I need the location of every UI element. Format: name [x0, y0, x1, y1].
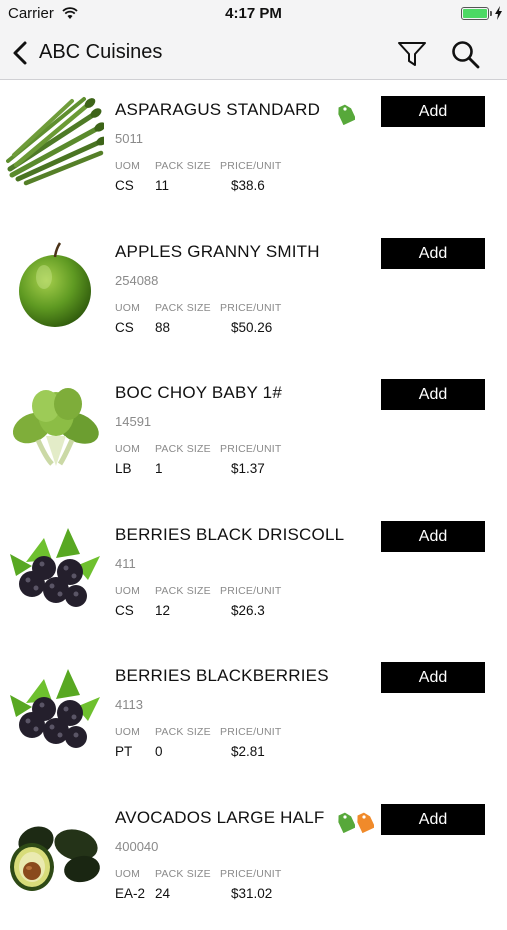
pack-size-label: PACK SIZE — [155, 302, 211, 314]
price-unit-label: PRICE/UNIT — [220, 868, 282, 880]
price-unit-label: PRICE/UNIT — [220, 726, 282, 738]
pack-size-value: 0 — [155, 744, 163, 759]
price-tag-icon — [356, 811, 374, 833]
pack-size-value: 88 — [155, 320, 170, 335]
charging-icon — [494, 6, 503, 20]
product-code: 14591 — [115, 414, 151, 429]
list-item[interactable]: BERRIES BLACKBERRIES 4113 UOM PACK SIZE … — [0, 647, 507, 789]
filter-icon[interactable] — [397, 39, 427, 69]
page-title: ABC Cuisines — [39, 41, 162, 64]
battery-icon — [461, 7, 489, 20]
pack-size-value: 11 — [155, 178, 169, 193]
product-code: 400040 — [115, 839, 158, 854]
pack-size-value: 12 — [155, 603, 170, 618]
uom-label: UOM — [115, 726, 140, 738]
pack-size-label: PACK SIZE — [155, 160, 211, 172]
price-unit-label: PRICE/UNIT — [220, 302, 282, 314]
navigation-bar: ABC Cuisines — [0, 28, 507, 80]
uom-value: PT — [115, 744, 132, 759]
uom-label: UOM — [115, 302, 140, 314]
add-button[interactable]: Add — [381, 521, 485, 552]
product-name: BOC CHOY BABY 1# — [115, 383, 282, 403]
blackberries-image — [6, 518, 104, 616]
list-item[interactable]: BOC CHOY BABY 1# 14591 UOM PACK SIZE PRI… — [0, 364, 507, 506]
add-button[interactable]: Add — [381, 96, 485, 127]
uom-label: UOM — [115, 585, 140, 597]
product-code: 411 — [115, 556, 136, 571]
product-name: BERRIES BLACK DRISCOLL — [115, 525, 344, 545]
pack-size-label: PACK SIZE — [155, 443, 211, 455]
pack-size-label: PACK SIZE — [155, 868, 211, 880]
add-button[interactable]: Add — [381, 238, 485, 269]
asparagus-image — [6, 93, 104, 191]
product-name: APPLES GRANNY SMITH — [115, 242, 320, 262]
bok-choy-image — [6, 376, 104, 474]
add-button[interactable]: Add — [381, 379, 485, 410]
search-icon[interactable] — [450, 39, 480, 69]
product-code: 254088 — [115, 273, 158, 288]
price-unit-label: PRICE/UNIT — [220, 443, 282, 455]
price-value: $31.02 — [231, 886, 272, 901]
blackberries-image — [6, 659, 104, 757]
list-item[interactable]: AVOCADOS LARGE HALF 400040 UOM PACK SIZE… — [0, 789, 507, 930]
avocado-image — [6, 801, 104, 899]
uom-value: CS — [115, 178, 134, 193]
uom-value: EA-2 — [115, 886, 145, 901]
uom-value: CS — [115, 603, 134, 618]
product-name: BERRIES BLACKBERRIES — [115, 666, 329, 686]
price-value: $50.26 — [231, 320, 272, 335]
list-item[interactable]: BERRIES BLACK DRISCOLL 411 UOM PACK SIZE… — [0, 506, 507, 648]
pack-size-value: 1 — [155, 461, 163, 476]
price-value: $26.3 — [231, 603, 265, 618]
uom-label: UOM — [115, 443, 140, 455]
list-item[interactable]: ASPARAGUS STANDARD 5011 UOM PACK SIZE PR… — [0, 81, 507, 223]
status-time: 4:17 PM — [0, 5, 507, 22]
price-value: $2.81 — [231, 744, 265, 759]
add-button[interactable]: Add — [381, 662, 485, 693]
product-code: 4113 — [115, 697, 143, 712]
pack-size-value: 24 — [155, 886, 170, 901]
product-name: AVOCADOS LARGE HALF — [115, 808, 324, 828]
uom-value: LB — [115, 461, 132, 476]
price-unit-label: PRICE/UNIT — [220, 160, 282, 172]
price-value: $38.6 — [231, 178, 265, 193]
uom-label: UOM — [115, 160, 140, 172]
add-button[interactable]: Add — [381, 804, 485, 835]
chevron-left-icon[interactable] — [10, 40, 30, 66]
product-list: ASPARAGUS STANDARD 5011 UOM PACK SIZE PR… — [0, 81, 507, 930]
status-bar: Carrier 4:17 PM — [0, 0, 507, 28]
list-item[interactable]: APPLES GRANNY SMITH 254088 UOM PACK SIZE… — [0, 223, 507, 365]
price-unit-label: PRICE/UNIT — [220, 585, 282, 597]
price-tag-icon — [337, 811, 355, 833]
product-name: ASPARAGUS STANDARD — [115, 100, 320, 120]
pack-size-label: PACK SIZE — [155, 726, 211, 738]
uom-label: UOM — [115, 868, 140, 880]
pack-size-label: PACK SIZE — [155, 585, 211, 597]
price-value: $1.37 — [231, 461, 265, 476]
green-apple-image — [6, 235, 104, 333]
uom-value: CS — [115, 320, 134, 335]
price-tag-icon — [337, 103, 355, 125]
product-code: 5011 — [115, 131, 143, 146]
